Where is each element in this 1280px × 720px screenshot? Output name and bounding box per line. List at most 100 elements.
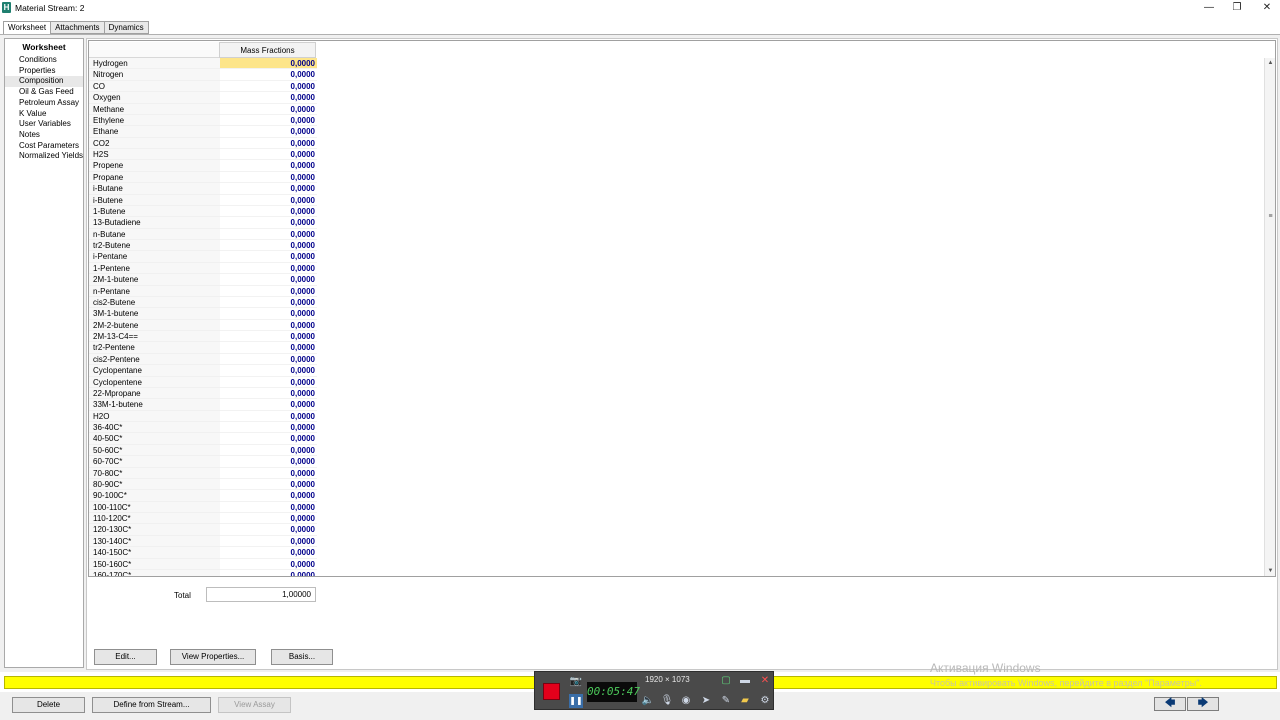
delete-button[interactable]: Delete xyxy=(12,697,85,713)
nav-item-notes[interactable]: Notes xyxy=(5,130,83,141)
folder-icon[interactable]: ▰ xyxy=(738,694,752,708)
mass-fraction-cell[interactable]: 0,0000 xyxy=(220,319,317,331)
mass-fraction-cell[interactable]: 0,0000 xyxy=(220,501,317,513)
pen-icon[interactable]: ✎ xyxy=(719,694,733,708)
record-stop-icon[interactable] xyxy=(543,683,560,700)
scroll-up-icon[interactable]: ▲ xyxy=(1265,58,1275,68)
nav-item-petroleum-assay[interactable]: Petroleum Assay xyxy=(5,98,83,109)
mass-fraction-cell[interactable]: 0,0000 xyxy=(220,387,317,400)
mass-fraction-cell[interactable]: 0,0000 xyxy=(220,58,317,70)
settings-gear-icon[interactable]: ⚙ xyxy=(758,694,772,708)
mass-fraction-cell[interactable]: 0,0000 xyxy=(220,92,317,104)
mass-fraction-cell[interactable]: 0,0000 xyxy=(220,422,317,434)
next-arrow-icon[interactable]: 🡆 xyxy=(1187,697,1219,711)
nav-item-k-value[interactable]: K Value xyxy=(5,109,83,120)
maximize-button[interactable]: ❐ xyxy=(1222,0,1252,15)
pause-icon[interactable]: ❚❚ xyxy=(569,694,583,708)
mass-fraction-cell[interactable]: 0,0000 xyxy=(220,126,317,138)
mass-fraction-cell[interactable]: 0,0000 xyxy=(220,240,317,252)
component-name-cell: 2M-13-C4== xyxy=(89,331,220,343)
mass-fraction-cell[interactable]: 0,0000 xyxy=(220,171,317,184)
tab-dynamics[interactable]: Dynamics xyxy=(103,21,149,34)
scroll-down-icon[interactable]: ▼ xyxy=(1265,566,1275,576)
mass-fraction-cell[interactable]: 0,0000 xyxy=(220,353,317,366)
mass-fraction-cell[interactable]: 0,0000 xyxy=(220,285,317,297)
mass-fraction-cell[interactable]: 0,0000 xyxy=(220,444,317,457)
component-name-cell: cis2-Pentene xyxy=(89,353,220,366)
mass-fraction-cell[interactable]: 0,0000 xyxy=(220,478,317,491)
mass-fraction-cell[interactable]: 0,0000 xyxy=(220,114,317,127)
mass-fraction-cell[interactable]: 0,0000 xyxy=(220,149,317,161)
nav-item-composition[interactable]: Composition xyxy=(5,76,83,88)
mass-fraction-cell[interactable]: 0,0000 xyxy=(220,342,317,354)
minimize-recorder-icon[interactable]: ▬ xyxy=(738,674,752,688)
nav-item-cost-parameters[interactable]: Cost Parameters xyxy=(5,141,83,152)
mass-fraction-cell[interactable]: 0,0000 xyxy=(220,228,317,240)
mass-fraction-cell[interactable]: 0,0000 xyxy=(220,308,317,320)
tab-worksheet[interactable]: Worksheet xyxy=(3,21,52,35)
nav-item-conditions[interactable]: Conditions xyxy=(5,55,83,66)
table-row: 3M-1-butene 0,0000 xyxy=(89,308,1264,320)
mass-fraction-cell[interactable]: 0,0000 xyxy=(220,547,317,559)
camera-icon[interactable]: 📷 xyxy=(569,675,583,689)
mass-fraction-cell[interactable]: 0,0000 xyxy=(220,160,317,172)
component-name-cell: i-Butane xyxy=(89,183,220,195)
minimize-button[interactable]: — xyxy=(1194,0,1224,15)
cursor-icon[interactable]: ➤ xyxy=(699,694,713,708)
column-header-mass-fractions[interactable]: Mass Fractions xyxy=(219,42,316,58)
component-name-cell: i-Pentane xyxy=(89,251,220,263)
mass-fraction-cell[interactable]: 0,0000 xyxy=(220,558,317,570)
close-recorder-icon[interactable]: ✕ xyxy=(758,674,772,688)
mass-fraction-cell[interactable]: 0,0000 xyxy=(220,456,317,468)
mass-fraction-cell[interactable]: 0,0000 xyxy=(220,513,317,525)
mass-fraction-cell[interactable]: 0,0000 xyxy=(220,251,317,263)
webcam-icon[interactable]: ◉ xyxy=(679,694,693,708)
region-icon[interactable]: ▢ xyxy=(719,674,733,688)
nav-item-properties[interactable]: Properties xyxy=(5,66,83,77)
nav-item-normalized-yields[interactable]: Normalized Yields xyxy=(5,151,83,162)
mass-fraction-cell[interactable]: 0,0000 xyxy=(220,274,317,286)
component-name-cell: 22-Mpropane xyxy=(89,387,220,400)
basis-button[interactable]: Basis... xyxy=(271,649,333,665)
nav-item-oil-gas-feed[interactable]: Oil & Gas Feed xyxy=(5,87,83,98)
mass-fraction-cell[interactable]: 0,0000 xyxy=(220,433,317,445)
view-properties-button[interactable]: View Properties... xyxy=(170,649,256,665)
component-name-cell: 150-160C* xyxy=(89,558,220,570)
tab-attachments[interactable]: Attachments xyxy=(50,21,105,34)
mass-fraction-cell[interactable]: 0,0000 xyxy=(220,410,317,422)
table-row: 140-150C* 0,0000 xyxy=(89,547,1264,559)
speaker-icon[interactable]: 🔈 xyxy=(641,694,655,708)
define-from-stream-button[interactable]: Define from Stream... xyxy=(92,697,211,713)
mass-fraction-cell[interactable]: 0,0000 xyxy=(220,80,317,93)
mass-fraction-cell[interactable]: 0,0000 xyxy=(220,524,317,536)
mass-fraction-cell[interactable]: 0,0000 xyxy=(220,103,317,115)
close-button[interactable]: ✕ xyxy=(1252,0,1280,15)
component-name-cell: 70-80C* xyxy=(89,467,220,479)
mass-fraction-cell[interactable]: 0,0000 xyxy=(220,376,317,388)
table-row: 150-160C* 0,0000 xyxy=(89,558,1264,570)
mass-fraction-cell[interactable]: 0,0000 xyxy=(220,69,317,81)
microphone-icon[interactable]: 🎙 xyxy=(660,694,674,708)
mass-fraction-cell[interactable]: 0,0000 xyxy=(220,217,317,229)
mass-fraction-cell[interactable]: 0,0000 xyxy=(220,137,317,149)
mass-fraction-cell[interactable]: 0,0000 xyxy=(220,535,317,548)
mass-fraction-cell[interactable]: 0,0000 xyxy=(220,262,317,275)
previous-arrow-icon[interactable]: 🡄 xyxy=(1154,697,1186,711)
view-assay-button: View Assay xyxy=(218,697,291,713)
mass-fraction-cell[interactable]: 0,0000 xyxy=(220,365,317,377)
mass-fraction-cell[interactable]: 0,0000 xyxy=(220,467,317,479)
mass-fraction-cell[interactable]: 0,0000 xyxy=(220,399,317,411)
mass-fraction-cell[interactable]: 0,0000 xyxy=(220,183,317,195)
component-name-cell: i-Butene xyxy=(89,194,220,206)
mass-fraction-cell[interactable]: 0,0000 xyxy=(220,296,317,309)
mass-fraction-cell[interactable]: 0,0000 xyxy=(220,490,317,502)
mass-fraction-cell[interactable]: 0,0000 xyxy=(220,331,317,343)
mass-fraction-cell[interactable]: 0,0000 xyxy=(220,569,317,576)
nav-item-user-variables[interactable]: User Variables xyxy=(5,119,83,130)
mass-fraction-cell[interactable]: 0,0000 xyxy=(220,205,317,218)
component-name-cell: 2M-1-butene xyxy=(89,274,220,286)
mass-fraction-cell[interactable]: 0,0000 xyxy=(220,194,317,206)
scroll-thumb-icon[interactable]: ≡ xyxy=(1266,213,1275,221)
vertical-scrollbar[interactable]: ▲ ≡ ▼ xyxy=(1264,58,1275,576)
edit-button[interactable]: Edit... xyxy=(94,649,157,665)
